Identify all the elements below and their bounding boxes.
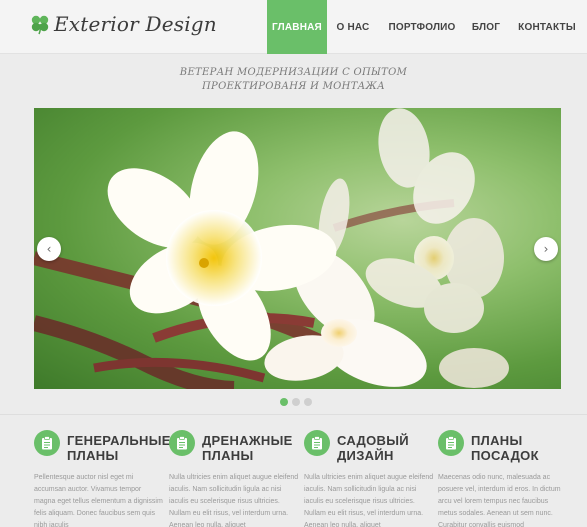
- main-nav: ГЛАВНАЯ О НАС ПОРТФОЛИО БЛОГ КОНТАКТЫ: [267, 0, 587, 54]
- slide-image: [34, 108, 509, 389]
- feature-general-plans: ГЕНЕРАЛЬНЫЕ ПЛАНЫ Pellentesque auctor ni…: [34, 425, 170, 527]
- chevron-right-icon: ›: [543, 242, 549, 256]
- site-header: Exterior Design ГЛАВНАЯ О НАС ПОРТФОЛИО …: [0, 0, 587, 54]
- feature-drainage-plans: ДРЕНАЖНЫЕ ПЛАНЫ Nulla ultricies enim ali…: [169, 425, 299, 527]
- feature-text: Pellentesque auctor nisl eget mi accumsa…: [34, 474, 163, 527]
- features-section: ГЕНЕРАЛЬНЫЕ ПЛАНЫ Pellentesque auctor ni…: [0, 425, 587, 527]
- tagline-line2: ПРОЕКТИРОВАНЯ И МОНТАЖА: [202, 81, 385, 92]
- feature-text: Nulla ultricies enim aliquet augue eleif…: [169, 474, 299, 527]
- slider-dot-1[interactable]: [280, 398, 288, 406]
- hero-slider[interactable]: [34, 108, 561, 389]
- feature-title: ГЕНЕРАЛЬНЫЕ ПЛАНЫ: [67, 433, 171, 463]
- slider-prev-button[interactable]: ‹: [37, 237, 61, 261]
- nav-item-contacts[interactable]: КОНТАКТЫ: [507, 0, 587, 54]
- nav-item-about[interactable]: О НАС: [327, 0, 379, 54]
- nav-item-home[interactable]: ГЛАВНАЯ: [267, 0, 327, 54]
- clipboard-icon: [438, 430, 464, 456]
- chevron-left-icon: ‹: [46, 242, 52, 256]
- feature-title: ДРЕНАЖНЫЕ ПЛАНЫ: [202, 433, 293, 463]
- feature-text: Maecenas odio nunc, malesuada ac posuere…: [438, 474, 561, 527]
- clipboard-icon: [34, 430, 60, 456]
- feature-title: САДОВЫЙ ДИЗАЙН: [337, 433, 409, 463]
- slider-dot-3[interactable]: [304, 398, 312, 406]
- slider-dot-2[interactable]: [292, 398, 300, 406]
- slider-next-button[interactable]: ›: [534, 237, 558, 261]
- site-logo[interactable]: Exterior Design: [30, 8, 217, 40]
- section-divider: [0, 414, 587, 415]
- tagline: ВЕТЕРАН МОДЕРНИЗАЦИИ С ОПЫТОМ ПРОЕКТИРОВ…: [0, 66, 587, 94]
- logo-text: Exterior Design: [54, 12, 217, 36]
- feature-title: ПЛАНЫ ПОСАДОК: [471, 433, 539, 463]
- tagline-line1: ВЕТЕРАН МОДЕРНИЗАЦИИ С ОПЫТОМ: [179, 67, 408, 78]
- feature-text: Nulla ultricies enim aliquet augue eleif…: [304, 474, 434, 527]
- nav-item-portfolio[interactable]: ПОРТФОЛИО: [379, 0, 465, 54]
- nav-item-blog[interactable]: БЛОГ: [465, 0, 507, 54]
- clipboard-icon: [169, 430, 195, 456]
- clipboard-icon: [304, 430, 330, 456]
- feature-garden-design: САДОВЫЙ ДИЗАЙН Nulla ultricies enim aliq…: [304, 425, 434, 527]
- slider-pagination: [280, 398, 312, 406]
- clover-icon: [31, 15, 49, 35]
- feature-planting-plans: ПЛАНЫ ПОСАДОК Maecenas odio nunc, malesu…: [438, 425, 568, 527]
